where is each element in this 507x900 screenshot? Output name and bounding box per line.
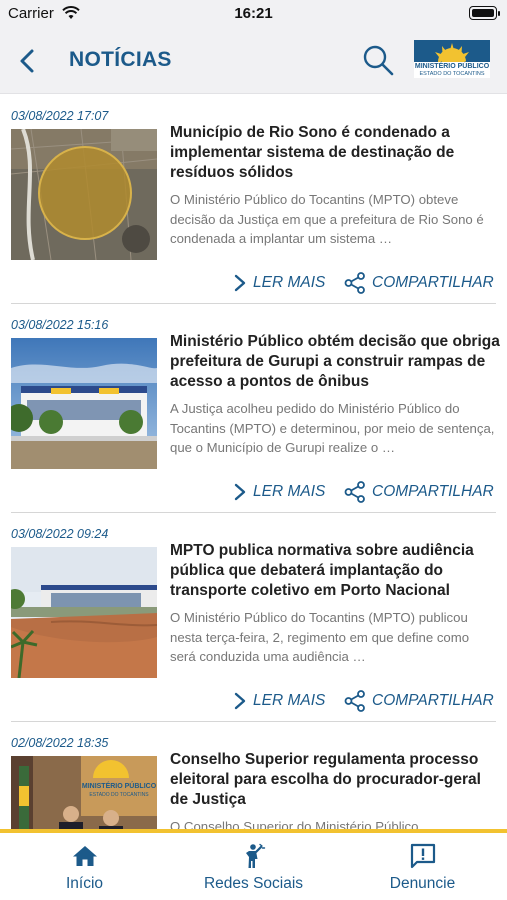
thumb-logo-line1: MINISTÉRIO PÚBLICO (82, 781, 157, 790)
search-icon[interactable] (361, 43, 395, 77)
news-date: 03/08/2022 09:24 (11, 527, 109, 541)
read-more-label: LER MAIS (253, 692, 326, 709)
share-button[interactable]: COMPARTILHAR (344, 690, 494, 712)
tab-social-label: Redes Sociais (203, 875, 304, 892)
share-button[interactable]: COMPARTILHAR (344, 481, 494, 503)
back-arrow-icon[interactable] (12, 45, 46, 77)
news-title[interactable]: Ministério Público obtém decisão que obr… (170, 332, 500, 392)
tab-bar: Início Redes Sociais Denuncie (0, 829, 507, 900)
news-title[interactable]: Conselho Superior regulamenta processo e… (170, 750, 500, 810)
clock: 16:21 (234, 5, 273, 22)
person-waving-icon (245, 843, 265, 868)
battery-icon (469, 6, 500, 20)
share-button[interactable]: COMPARTILHAR (344, 272, 494, 294)
read-more-label: LER MAIS (253, 274, 326, 291)
news-item[interactable]: 03/08/2022 15:16 Ministério Público obté… (0, 304, 507, 513)
news-title[interactable]: Município de Rio Sono é condenado a impl… (170, 123, 500, 183)
news-item[interactable]: 03/08/2022 09:24 MPTO publica normativa … (0, 513, 507, 722)
news-title[interactable]: MPTO publica normativa sobre audiência p… (170, 541, 500, 601)
home-icon (72, 846, 97, 866)
news-excerpt: O Ministério Público do Tocantins (MPTO)… (170, 610, 470, 664)
tab-home[interactable]: Início (0, 843, 169, 895)
read-more-label: LER MAIS (253, 483, 326, 500)
share-icon (344, 690, 365, 712)
news-date: 03/08/2022 17:07 (11, 109, 109, 123)
news-excerpt: O Conselho Superior do Ministério Públic… (170, 819, 419, 829)
thumb-logo-line2: ESTADO DO TOCANTINS (89, 792, 149, 798)
news-thumbnail[interactable] (11, 547, 157, 678)
read-more-button[interactable]: LER MAIS (233, 481, 325, 503)
share-label: COMPARTILHAR (372, 274, 494, 291)
council-photo-image: MINISTÉRIO PÚBLICO ESTADO DO TOCANTINS (11, 756, 157, 829)
aerial-map-image (11, 129, 157, 260)
news-excerpt: O Ministério Público do Tocantins (MPTO)… (170, 192, 484, 246)
news-thumbnail[interactable] (11, 338, 157, 469)
status-bar: Carrier 16:21 (0, 0, 507, 28)
news-date: 03/08/2022 15:16 (11, 318, 109, 332)
news-item[interactable]: 03/08/2022 17:07 Município de Rio Sono é… (0, 95, 507, 304)
report-message-icon (410, 843, 435, 869)
building-photo-image (11, 547, 157, 678)
tab-report-label: Denuncie (389, 875, 456, 892)
news-date: 02/08/2022 18:35 (11, 736, 109, 750)
app-header: NOTÍCIAS MINISTÉRIO PÚBLICO ESTADO DO TO… (0, 28, 507, 94)
page-title: NOTÍCIAS (69, 48, 172, 71)
tab-social[interactable]: Redes Sociais (169, 843, 338, 895)
share-label: COMPARTILHAR (372, 483, 494, 500)
tab-home-label: Início (65, 875, 104, 892)
news-item[interactable]: 02/08/2022 18:35 MINISTÉRIO PÚBLICO ESTA… (0, 722, 507, 829)
read-more-button[interactable]: LER MAIS (233, 272, 325, 294)
mpto-logo: MINISTÉRIO PÚBLICO ESTADO DO TOCANTINS (414, 40, 490, 78)
chevron-right-icon (234, 692, 246, 710)
news-feed[interactable]: 03/08/2022 17:07 Município de Rio Sono é… (0, 95, 507, 829)
logo-line2: ESTADO DO TOCANTINS (419, 71, 485, 77)
chevron-right-icon (234, 483, 246, 501)
share-label: COMPARTILHAR (372, 692, 494, 709)
share-icon (344, 481, 365, 503)
share-icon (344, 272, 365, 294)
logo-line1: MINISTÉRIO PÚBLICO (414, 63, 490, 70)
news-thumbnail[interactable] (11, 129, 157, 260)
building-photo-image (11, 338, 157, 469)
news-thumbnail[interactable]: MINISTÉRIO PÚBLICO ESTADO DO TOCANTINS (11, 756, 157, 829)
tab-report[interactable]: Denuncie (338, 843, 507, 895)
logo-sun-icon (414, 40, 490, 62)
news-excerpt: A Justiça acolheu pedido do Ministério P… (170, 401, 495, 455)
chevron-right-icon (234, 274, 246, 292)
read-more-button[interactable]: LER MAIS (233, 690, 325, 712)
